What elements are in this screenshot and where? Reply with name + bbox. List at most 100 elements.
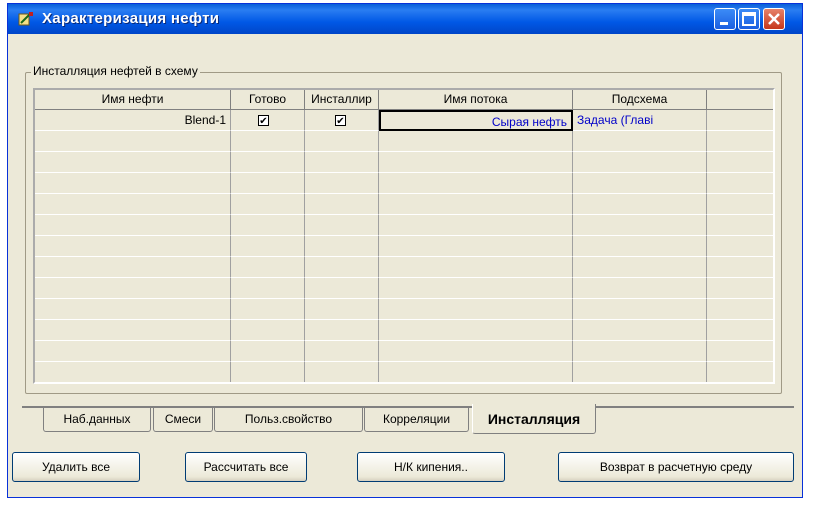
header-col-oil-name[interactable]: Имя нефти	[35, 90, 231, 110]
boiling-points-button[interactable]: Н/К кипения..	[357, 452, 505, 482]
installed-checkbox[interactable]: ✔	[335, 115, 346, 127]
grid-cell[interactable]	[305, 152, 379, 173]
grid-cell[interactable]	[231, 341, 305, 362]
grid-cell[interactable]	[305, 173, 379, 194]
grid-cell[interactable]	[35, 215, 231, 236]
grid-cell[interactable]	[379, 194, 573, 215]
grid-cell[interactable]	[573, 362, 707, 382]
grid-cell[interactable]	[35, 257, 231, 278]
grid-cell[interactable]	[231, 152, 305, 173]
grid-cell[interactable]	[305, 320, 379, 341]
grid-cell[interactable]	[707, 278, 773, 299]
grid-cell[interactable]: ✔	[305, 110, 379, 131]
grid-cell[interactable]	[573, 299, 707, 320]
grid-cell[interactable]	[573, 320, 707, 341]
grid-cell[interactable]	[231, 278, 305, 299]
grid-cell[interactable]	[35, 152, 231, 173]
grid-cell[interactable]	[707, 152, 773, 173]
grid-cell[interactable]	[379, 236, 573, 257]
grid-cell[interactable]	[573, 131, 707, 152]
grid-cell[interactable]	[573, 257, 707, 278]
cell-oil-name[interactable]: Blend-1	[35, 110, 231, 131]
tab-user-property[interactable]: Польз.свойство	[214, 408, 363, 432]
grid-cell[interactable]	[35, 131, 231, 152]
return-to-sim-button[interactable]: Возврат в расчетную среду	[558, 452, 794, 482]
grid-cell[interactable]	[707, 236, 773, 257]
grid-cell[interactable]	[707, 320, 773, 341]
grid-cell[interactable]	[379, 362, 573, 382]
grid-cell[interactable]	[573, 152, 707, 173]
grid-cell[interactable]	[707, 194, 773, 215]
tab-correlations[interactable]: Корреляции	[364, 408, 469, 432]
grid-cell[interactable]	[707, 110, 773, 131]
grid-cell[interactable]	[35, 299, 231, 320]
header-col-subflowsheet[interactable]: Подсхема	[573, 90, 707, 110]
grid-cell[interactable]	[573, 236, 707, 257]
grid-cell[interactable]	[379, 215, 573, 236]
grid-cell[interactable]	[231, 173, 305, 194]
grid-cell[interactable]	[379, 131, 573, 152]
grid-cell[interactable]	[231, 362, 305, 382]
grid-cell[interactable]	[231, 299, 305, 320]
oil-install-grid[interactable]: Имя нефти Готово Инсталлир Имя потока Подсхе…	[33, 88, 775, 384]
grid-cell[interactable]	[231, 131, 305, 152]
grid-cell[interactable]	[379, 257, 573, 278]
grid-cell[interactable]	[35, 236, 231, 257]
grid-cell[interactable]	[379, 341, 573, 362]
grid-cell[interactable]	[707, 215, 773, 236]
grid-cell[interactable]	[707, 257, 773, 278]
grid-cell[interactable]	[573, 341, 707, 362]
tab-blends[interactable]: Смеси	[153, 408, 213, 432]
grid-cell[interactable]	[707, 173, 773, 194]
tab-data[interactable]: Наб.данных	[43, 408, 151, 432]
grid-cell[interactable]	[305, 236, 379, 257]
grid-cell[interactable]	[573, 194, 707, 215]
minimize-button[interactable]	[714, 8, 736, 30]
grid-cell[interactable]	[231, 257, 305, 278]
grid-cell[interactable]	[573, 215, 707, 236]
grid-cell[interactable]	[573, 278, 707, 299]
grid-cell[interactable]	[231, 215, 305, 236]
grid-cell[interactable]	[305, 257, 379, 278]
tab-installation[interactable]: Инсталляция	[472, 404, 596, 434]
header-col-ready[interactable]: Готово	[231, 90, 305, 110]
grid-cell[interactable]	[379, 152, 573, 173]
grid-cell[interactable]	[707, 341, 773, 362]
cell-stream-name[interactable]: Сырая нефть	[379, 110, 573, 131]
delete-all-button[interactable]: Удалить все	[12, 452, 140, 482]
grid-cell[interactable]	[707, 362, 773, 382]
grid-cell[interactable]	[305, 278, 379, 299]
grid-cell[interactable]	[707, 299, 773, 320]
calculate-all-button[interactable]: Рассчитать все	[185, 452, 307, 482]
grid-cell[interactable]	[305, 341, 379, 362]
grid-cell[interactable]	[231, 236, 305, 257]
grid-cell[interactable]	[305, 299, 379, 320]
grid-cell[interactable]	[305, 362, 379, 382]
title-bar[interactable]: Характеризация нефти	[8, 4, 802, 34]
header-col-stream[interactable]: Имя потока	[379, 90, 573, 110]
grid-cell[interactable]	[231, 194, 305, 215]
cell-subflowsheet[interactable]: Задача (Главі	[573, 110, 707, 131]
grid-cell[interactable]	[35, 278, 231, 299]
grid-cell[interactable]	[35, 320, 231, 341]
grid-cell[interactable]	[379, 320, 573, 341]
grid-cell[interactable]	[35, 173, 231, 194]
grid-cell[interactable]	[35, 362, 231, 382]
close-button[interactable]	[763, 8, 785, 30]
ready-checkbox[interactable]: ✔	[258, 115, 269, 127]
grid-cell[interactable]	[305, 215, 379, 236]
grid-cell[interactable]	[573, 173, 707, 194]
grid-cell[interactable]	[231, 320, 305, 341]
grid-cell[interactable]	[707, 131, 773, 152]
grid-cell[interactable]	[379, 299, 573, 320]
grid-cell[interactable]	[305, 194, 379, 215]
grid-cell[interactable]	[35, 194, 231, 215]
grid-cell[interactable]	[379, 278, 573, 299]
grid-cell[interactable]: ✔	[231, 110, 305, 131]
grid-cell[interactable]	[35, 341, 231, 362]
header-col-installed[interactable]: Инсталлир	[305, 90, 379, 110]
maximize-button[interactable]	[738, 8, 760, 30]
grid-cell[interactable]	[305, 131, 379, 152]
header-col-extra[interactable]	[707, 90, 773, 110]
grid-cell[interactable]	[379, 173, 573, 194]
